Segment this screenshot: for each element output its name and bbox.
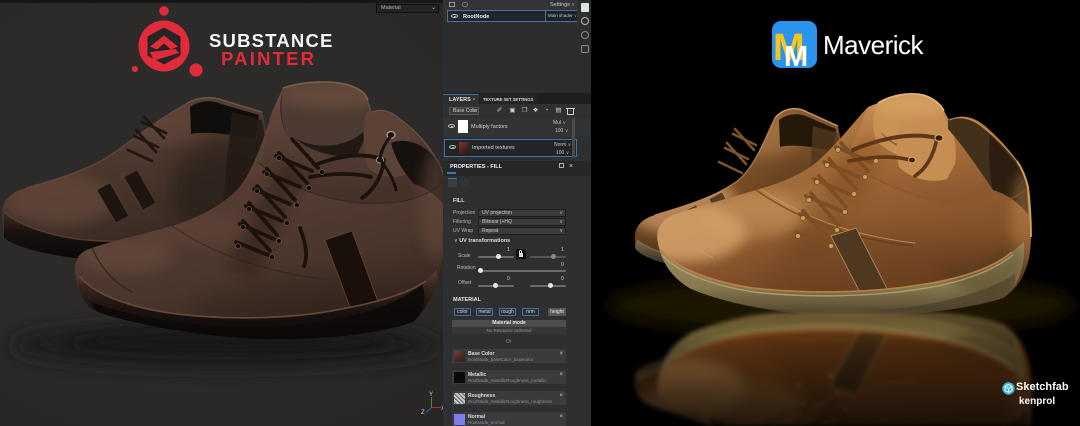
svg-text:Z: Z: [421, 410, 425, 416]
svg-text:M: M: [784, 41, 808, 69]
svg-text:Y: Y: [429, 392, 433, 398]
svg-text:PAINTER: PAINTER: [221, 48, 316, 69]
